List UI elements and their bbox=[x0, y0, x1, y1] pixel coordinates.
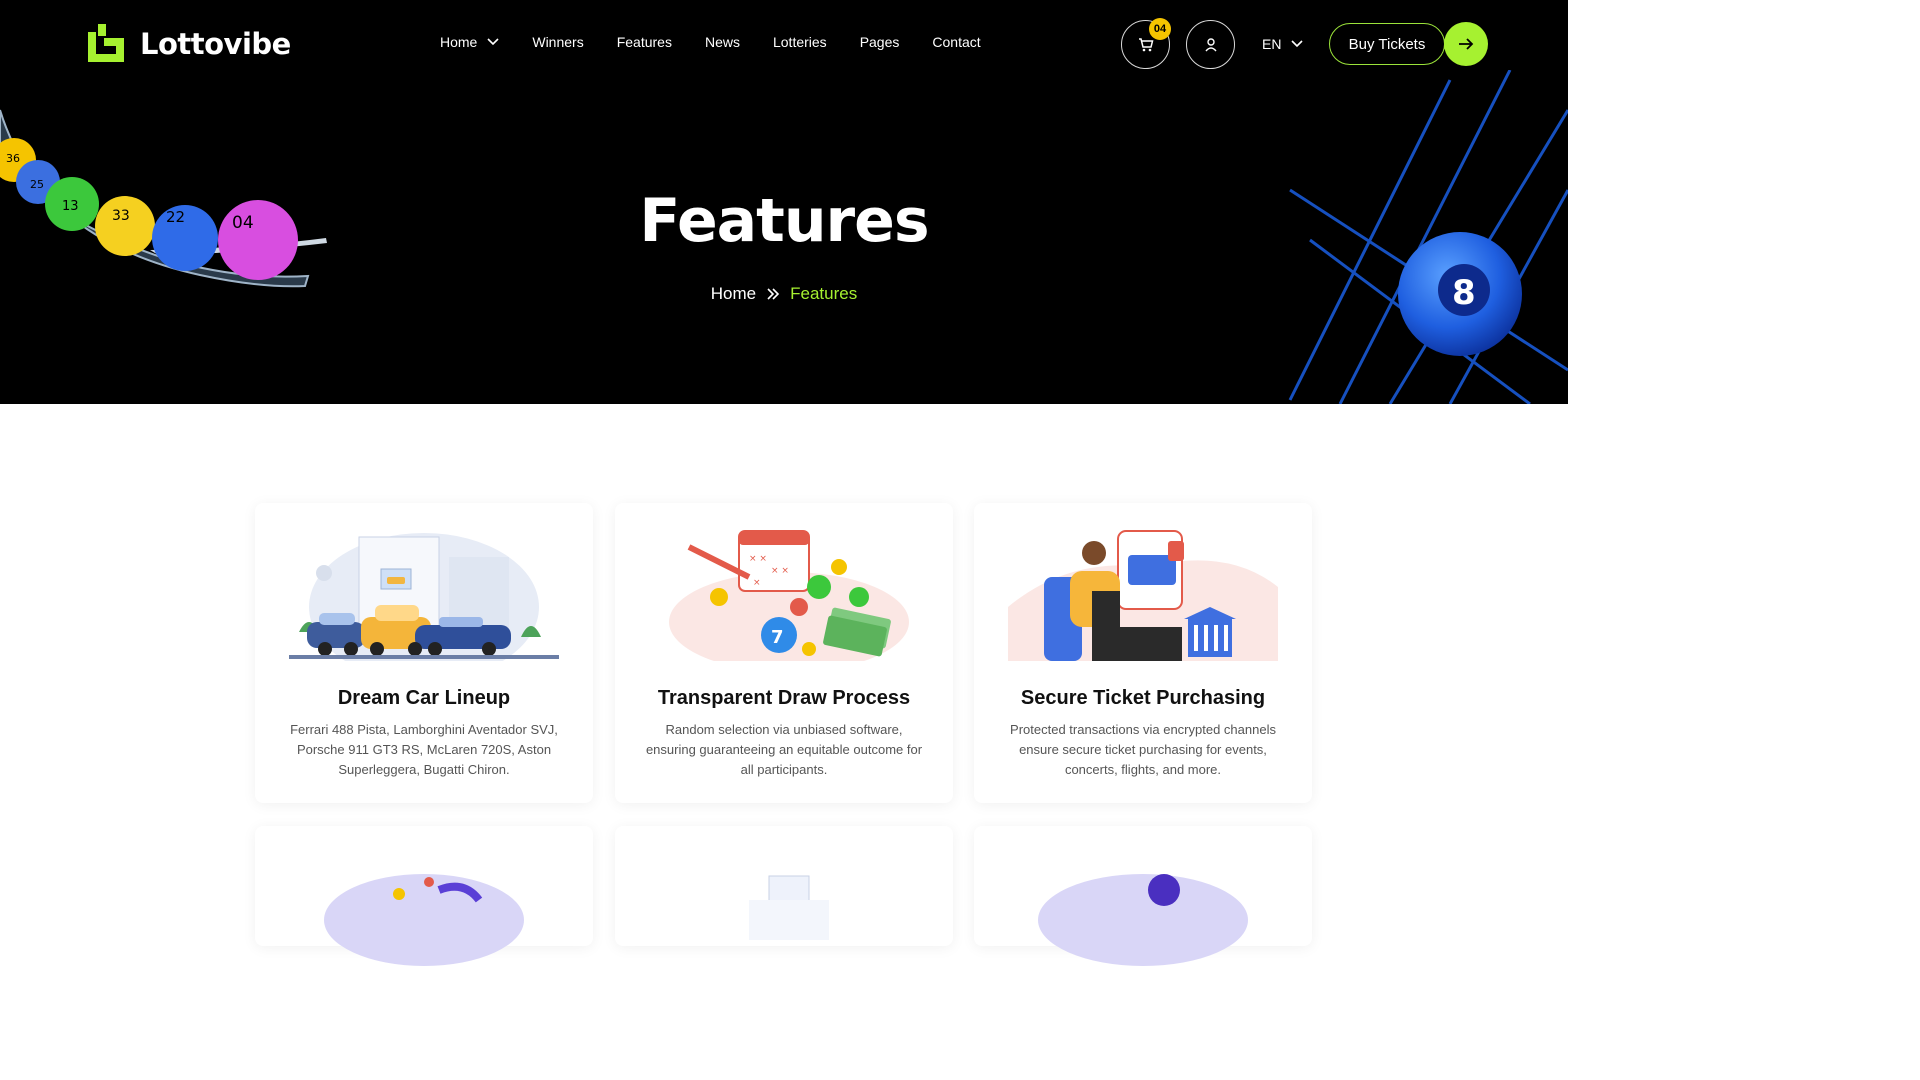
breadcrumb: Home Features bbox=[0, 284, 1568, 304]
svg-text:7: 7 bbox=[771, 627, 784, 648]
feature-card bbox=[615, 826, 953, 946]
feature-illustration bbox=[324, 874, 524, 966]
nav-item-label: Winners bbox=[532, 34, 584, 50]
feature-card: × × × × × 7 Transparent Draw Process Rando… bbox=[615, 503, 953, 803]
nav-item-contact[interactable]: Contact bbox=[932, 34, 980, 50]
cart-button[interactable]: 04 bbox=[1121, 18, 1171, 69]
page-title: Features bbox=[639, 186, 929, 256]
nav-item-label: Home bbox=[440, 34, 478, 50]
main-menu: Home Winners Features News Lotteries Pag… bbox=[440, 34, 1014, 50]
buy-tickets-button[interactable]: Buy Tickets bbox=[1329, 23, 1445, 65]
user-icon bbox=[1204, 37, 1217, 51]
language-label: EN bbox=[1262, 36, 1282, 52]
nav-item-lotteries[interactable]: Lotteries bbox=[773, 34, 827, 50]
buy-tickets-label: Buy Tickets bbox=[1348, 35, 1426, 53]
chevron-down-icon bbox=[487, 38, 499, 46]
feature-card bbox=[255, 826, 593, 966]
cars-showroom-illustration bbox=[289, 533, 559, 661]
nav-item-features[interactable]: Features bbox=[617, 34, 672, 50]
buy-tickets-arrow-button[interactable] bbox=[1444, 22, 1488, 66]
nav-item-label: Features bbox=[616, 34, 672, 50]
top-navigation: Lottovibe Home Winners Features News Lot… bbox=[0, 0, 1568, 88]
svg-text:× ×: × × bbox=[771, 566, 789, 576]
nav-item-label: News bbox=[704, 34, 740, 50]
breadcrumb-home-link[interactable]: Home bbox=[711, 284, 756, 304]
chevron-down-icon bbox=[1291, 40, 1304, 48]
lottery-draw-illustration: × × × × × 7 bbox=[669, 530, 909, 661]
language-selector[interactable]: EN bbox=[1262, 36, 1304, 52]
feature-card-title: Secure Ticket Purchasing bbox=[1020, 687, 1266, 709]
feature-card-title: Dream Car Lineup bbox=[337, 687, 511, 709]
brand-logo[interactable]: Lottovibe bbox=[88, 24, 291, 64]
feature-card-description: Ferrari 488 Pista, Lamborghini Aventador… bbox=[290, 722, 558, 777]
nav-item-winners[interactable]: Winners bbox=[532, 34, 583, 50]
feature-illustration bbox=[1038, 874, 1248, 966]
nav-item-label: Pages bbox=[859, 34, 900, 50]
feature-card-description: Random selection via unbiased software, … bbox=[645, 722, 923, 777]
nav-item-home[interactable]: Home bbox=[440, 34, 499, 50]
brand-name: Lottovibe bbox=[140, 27, 291, 61]
feature-card: Secure Ticket Purchasing Protected trans… bbox=[974, 503, 1312, 803]
feature-card bbox=[974, 826, 1312, 966]
svg-text:× ×: × × bbox=[749, 554, 767, 564]
arrow-right-icon bbox=[1459, 38, 1474, 50]
nav-item-label: Lotteries bbox=[772, 34, 827, 50]
feature-card-title: Transparent Draw Process bbox=[657, 687, 911, 709]
hero-banner: 36 25 13 33 22 04 8 Lottovibe Home Winne… bbox=[0, 0, 1568, 404]
feature-card: Dream Car Lineup Ferrari 488 Pista, Lamb… bbox=[255, 503, 593, 803]
cart-count-badge: 04 bbox=[1149, 18, 1171, 40]
feature-card-description: Protected transactions via encrypted cha… bbox=[1010, 722, 1276, 777]
svg-text:36: 36 bbox=[6, 152, 20, 165]
nav-item-news[interactable]: News bbox=[705, 34, 740, 50]
cart-icon bbox=[1138, 37, 1153, 51]
secure-payment-illustration bbox=[1008, 530, 1278, 661]
nav-item-label: Contact bbox=[932, 34, 981, 50]
feature-illustration bbox=[749, 875, 829, 940]
nav-item-pages[interactable]: Pages bbox=[860, 34, 900, 50]
svg-text:×: × bbox=[753, 578, 761, 588]
account-button[interactable] bbox=[1186, 20, 1235, 69]
breadcrumb-current: Features bbox=[790, 284, 858, 303]
double-chevron-right-icon bbox=[767, 288, 780, 300]
logo-icon bbox=[88, 24, 124, 62]
